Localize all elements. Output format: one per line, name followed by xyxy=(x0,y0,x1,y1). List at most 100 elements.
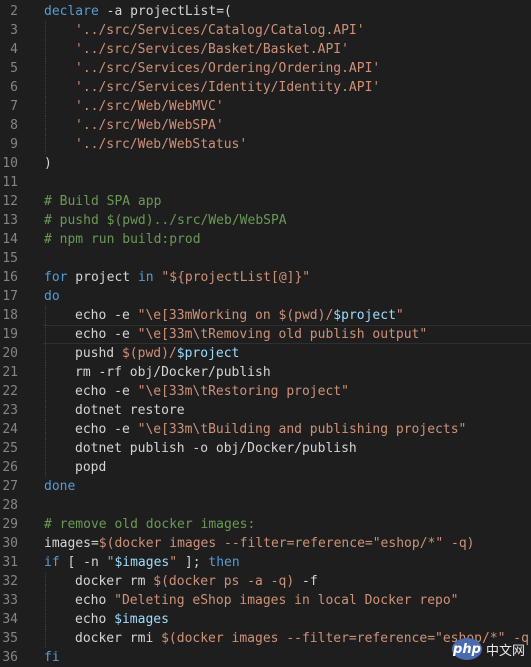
code-line[interactable]: 31 if [ -n "$images" ]; then xyxy=(0,553,531,572)
code-text: '../src/Web/WebStatus' xyxy=(75,135,247,154)
code-token: $images xyxy=(114,555,170,570)
code-line[interactable]: 18 echo -e "\e[33mWorking on $(pwd)/$proj… xyxy=(0,306,531,325)
code-editor[interactable]: 2 declare -a projectList=( 3 '../src/Servic… xyxy=(0,2,531,667)
code-text: rm -rf obj/Docker/publish xyxy=(75,363,271,382)
code-token: '../src/Web/WebStatus' xyxy=(75,137,248,152)
code-token: then xyxy=(208,555,240,570)
code-line[interactable]: 11 xyxy=(0,173,531,192)
line-number: 35 xyxy=(2,631,18,646)
indent-guide xyxy=(45,344,46,363)
code-line[interactable]: 30 images=$(docker images --filter=refere… xyxy=(0,534,531,553)
code-line[interactable]: 29 # remove old docker images: xyxy=(0,515,531,534)
code-token: "\e[33m\tRestoring project" xyxy=(137,384,349,399)
indent-guide xyxy=(45,21,46,40)
code-token: in xyxy=(137,270,154,285)
code-line[interactable]: 12 # Build SPA app xyxy=(0,192,531,211)
code-line[interactable]: 17 do xyxy=(0,287,531,306)
code-line[interactable]: 2 declare -a projectList=( xyxy=(0,2,531,21)
code-token: -a projectList=( xyxy=(98,4,232,19)
code-text: echo -e "\e[33m\tBuilding and publishing… xyxy=(75,420,466,439)
code-text: ) xyxy=(44,154,52,173)
line-number: 17 xyxy=(2,289,18,304)
code-line[interactable]: 4 '../src/Services/Basket/Basket.API' xyxy=(0,40,531,59)
code-text: '../src/Services/Catalog/Catalog.API' xyxy=(75,21,365,40)
code-token: [ -n xyxy=(59,555,107,570)
indent-guide xyxy=(45,439,46,458)
code-line[interactable]: 10) xyxy=(0,154,531,173)
code-token: echo -e xyxy=(75,384,138,399)
code-text: for project in "${projectList[@]}" xyxy=(44,268,310,287)
code-token: '../src/Services/Identity/Identity.API' xyxy=(75,80,381,95)
code-token: echo -e xyxy=(75,422,138,437)
code-line[interactable]: 27 done xyxy=(0,477,531,496)
line-number: 19 xyxy=(2,327,18,342)
code-line[interactable]: 26 popd xyxy=(0,458,531,477)
line-number: 8 xyxy=(10,118,18,133)
indent-guide xyxy=(45,97,46,116)
indent-guide xyxy=(45,629,46,648)
code-token: ]; xyxy=(177,555,209,570)
line-number: 5 xyxy=(10,61,18,76)
code-line[interactable]: 19 echo -e "\e[33m\tRemoving old publish … xyxy=(0,325,531,344)
code-line[interactable]: 32 docker rm $(docker ps -a -q) -f xyxy=(0,572,531,591)
code-line[interactable]: 22 echo -e "\e[33m\tRestoring project" xyxy=(0,382,531,401)
code-token: "Deleting eShop images in local Docker r… xyxy=(114,593,459,608)
line-number: 9 xyxy=(10,137,18,152)
code-token: "\e[33m\tRemoving old publish output" xyxy=(137,327,428,342)
code-line[interactable]: 15 xyxy=(0,249,531,268)
code-line[interactable]: 34 echo $images xyxy=(0,610,531,629)
line-number: 22 xyxy=(2,384,18,399)
code-text: do xyxy=(44,287,60,306)
indent-guide xyxy=(45,78,46,97)
code-token: pushd xyxy=(75,346,122,361)
code-token: "${projectList[@]}" xyxy=(161,270,311,285)
code-token: # npm run build:prod xyxy=(44,232,201,247)
code-line[interactable]: 9 '../src/Web/WebStatus' xyxy=(0,135,531,154)
code-token: " xyxy=(169,555,178,570)
code-line[interactable]: 8 '../src/Web/WebSPA' xyxy=(0,116,531,135)
code-line[interactable]: 6 '../src/Services/Identity/Identity.API' xyxy=(0,78,531,97)
code-text: echo -e "\e[33m\tRestoring project" xyxy=(75,382,349,401)
code-line[interactable]: 3 '../src/Services/Catalog/Catalog.API' xyxy=(0,21,531,40)
line-number: 12 xyxy=(2,194,18,209)
code-token: # remove old docker images: xyxy=(44,517,256,532)
code-line[interactable]: 33 echo "Deleting eShop images in local D… xyxy=(0,591,531,610)
code-text: fi xyxy=(44,648,60,667)
code-line[interactable]: 25 dotnet publish -o obj/Docker/publish xyxy=(0,439,531,458)
code-line[interactable]: 14 # npm run build:prod xyxy=(0,230,531,249)
line-number: 2 xyxy=(10,4,18,19)
code-token: docker rmi xyxy=(75,631,162,646)
code-token: docker rm xyxy=(75,574,154,589)
line-number: 36 xyxy=(2,650,18,665)
code-token: '../src/Web/WebMVC' xyxy=(75,99,224,114)
code-token: "\e[33m\tBuilding and publishing project… xyxy=(137,422,467,437)
line-number: 15 xyxy=(2,251,18,266)
code-text: '../src/Services/Ordering/Ordering.API' xyxy=(75,59,380,78)
code-token: for xyxy=(44,270,68,285)
line-number: 3 xyxy=(10,23,18,38)
code-text: echo $images xyxy=(75,610,169,629)
line-number: 24 xyxy=(2,422,18,437)
code-line[interactable]: 23 dotnet restore xyxy=(0,401,531,420)
code-text: if [ -n "$images" ]; then xyxy=(44,553,240,572)
code-text: pushd $(pwd)/$project xyxy=(75,344,239,363)
code-line[interactable]: 28 xyxy=(0,496,531,515)
code-token: " xyxy=(395,308,404,323)
code-line[interactable]: 21 rm -rf obj/Docker/publish xyxy=(0,363,531,382)
indent-guide xyxy=(45,591,46,610)
code-line[interactable]: 5 '../src/Services/Ordering/Ordering.API' xyxy=(0,59,531,78)
code-token: popd xyxy=(75,460,107,475)
code-line[interactable]: 20 pushd $(pwd)/$project xyxy=(0,344,531,363)
code-text: # npm run build:prod xyxy=(44,230,201,249)
line-number: 10 xyxy=(2,156,18,171)
code-line[interactable]: 24 echo -e "\e[33m\tBuilding and publishi… xyxy=(0,420,531,439)
line-number: 21 xyxy=(2,365,18,380)
line-number: 29 xyxy=(2,517,18,532)
indent-guide xyxy=(45,363,46,382)
code-line[interactable]: 16 for project in "${projectList[@]}" xyxy=(0,268,531,287)
line-number: 34 xyxy=(2,612,18,627)
code-line[interactable]: 13 # pushd $(pwd)../src/Web/WebSPA xyxy=(0,211,531,230)
line-number: 26 xyxy=(2,460,18,475)
code-token: ) xyxy=(44,156,52,171)
code-line[interactable]: 7 '../src/Web/WebMVC' xyxy=(0,97,531,116)
